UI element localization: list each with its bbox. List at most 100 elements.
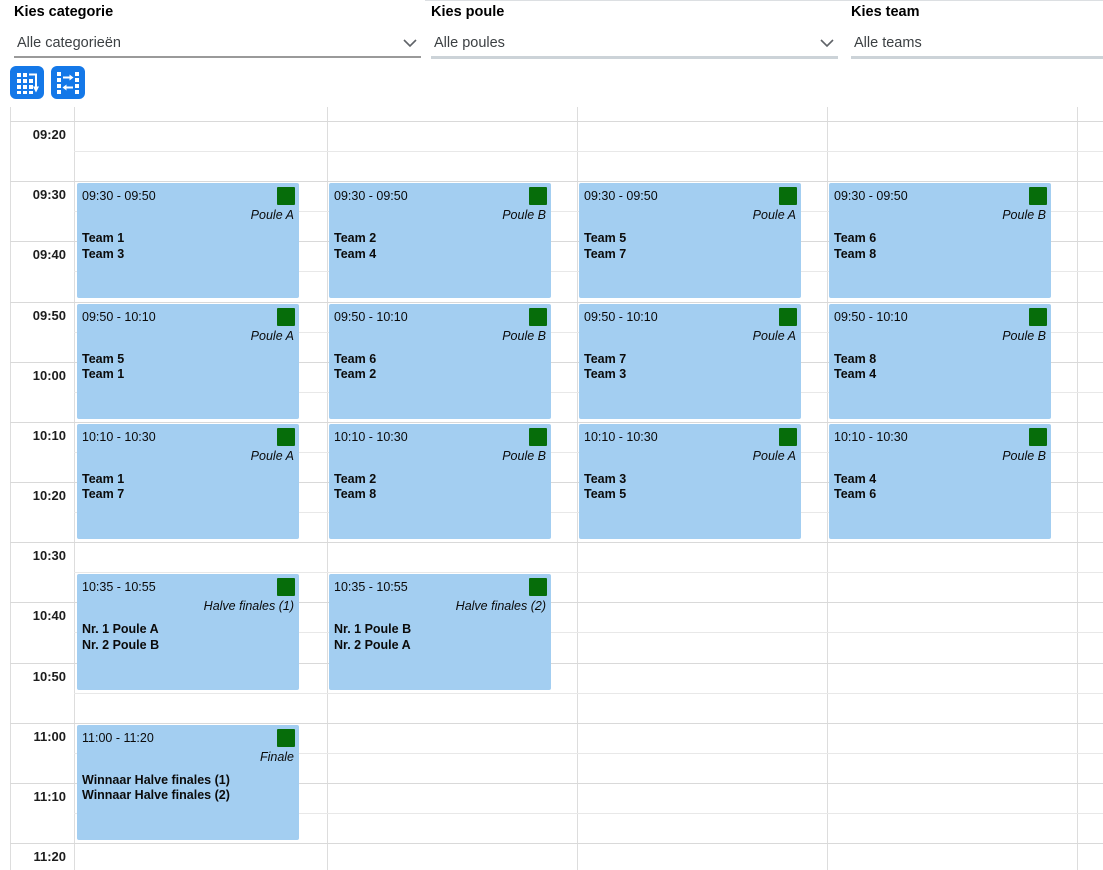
match-card[interactable]: 10:10 - 10:30Poule ATeam 1Team 7: [77, 424, 299, 539]
match-time: 09:50 - 10:10: [834, 309, 1046, 326]
time-label: 10:00: [0, 363, 66, 389]
match-card[interactable]: 10:10 - 10:30Poule ATeam 3Team 5: [579, 424, 801, 539]
time-label: 09:20: [0, 122, 66, 148]
team-name: Team 3: [584, 367, 796, 383]
team-name: Team 8: [334, 487, 546, 503]
team-name: Nr. 1 Poule A: [82, 622, 294, 638]
match-teams: Team 8Team 4: [834, 352, 1046, 383]
grid-line-vertical: [577, 107, 578, 870]
match-card[interactable]: 09:30 - 09:50Poule ATeam 1Team 3: [77, 183, 299, 298]
match-card[interactable]: 09:50 - 10:10 Poule A Team 5Team 1: [77, 304, 299, 419]
team-name: Team 2: [334, 231, 546, 247]
match-time: 09:50 - 10:10: [82, 309, 294, 326]
team-name: Team 2: [334, 472, 546, 488]
match-card[interactable]: 11:00 - 11:20 Finale Winnaar Halve finales…: [77, 725, 299, 840]
team-name: Team 4: [834, 367, 1046, 383]
match-group: Halve finales (2): [334, 599, 546, 614]
status-indicator: [1029, 428, 1047, 446]
tournament-schedule-app: Kies categorie Alle categorieën Kies pou…: [0, 0, 1103, 870]
match-teams: Team 6Team 2: [334, 352, 546, 383]
match-time: 10:10 - 10:30: [584, 429, 796, 446]
status-indicator: [277, 729, 295, 747]
match-group: Poule A: [584, 208, 796, 223]
team-name: Team 7: [82, 487, 294, 503]
time-label: 09:50: [0, 303, 66, 329]
match-group: Halve finales (1): [82, 599, 294, 614]
match-time: 10:10 - 10:30: [82, 429, 294, 446]
team-name: Winnaar Halve finales (2): [82, 788, 294, 804]
team-name: Team 3: [584, 472, 796, 488]
team-name: Team 5: [584, 487, 796, 503]
status-indicator: [277, 428, 295, 446]
team-name: Team 8: [834, 247, 1046, 263]
match-teams: Team 2Team 8: [334, 472, 546, 503]
match-group: Poule A: [584, 329, 796, 344]
match-card[interactable]: 10:10 - 10:30 Poule B Team 4Team 6: [829, 424, 1051, 539]
time-label: 09:40: [0, 242, 66, 268]
match-card[interactable]: 10:10 - 10:30 Poule B Team 2Team 8: [329, 424, 551, 539]
match-card[interactable]: 09:50 - 10:10Poule BTeam 6Team 2: [329, 304, 551, 419]
grid-line-horizontal: [10, 302, 1103, 303]
team-name: Team 4: [334, 247, 546, 263]
status-indicator: [529, 187, 547, 205]
match-time: 10:10 - 10:30: [834, 429, 1046, 446]
match-group: Poule A: [82, 329, 294, 344]
status-indicator: [529, 308, 547, 326]
time-label: 10:30: [0, 543, 66, 569]
grid-line-horizontal: [10, 121, 1103, 122]
match-teams: Team 4Team 6: [834, 472, 1046, 503]
match-group: Poule B: [834, 449, 1046, 464]
match-time: 09:30 - 09:50: [82, 188, 294, 205]
match-teams: Nr. 1 Poule ANr. 2 Poule B: [82, 622, 294, 653]
match-teams: Team 5Team 1: [82, 352, 294, 383]
status-indicator: [1029, 308, 1047, 326]
time-label: 10:50: [0, 664, 66, 690]
match-card[interactable]: 09:50 - 10:10 Poule B Team 8Team 4: [829, 304, 1051, 419]
team-name: Team 6: [334, 352, 546, 368]
grid-line-horizontal: [10, 723, 1103, 724]
match-time: 09:30 - 09:50: [334, 188, 546, 205]
match-card[interactable]: 10:35 - 10:55 Halve finales (2) Nr. 1 Poul…: [329, 574, 551, 689]
team-name: Nr. 2 Poule B: [82, 638, 294, 654]
match-card[interactable]: 09:30 - 09:50Poule BTeam 6Team 8: [829, 183, 1051, 298]
match-time: 10:35 - 10:55: [82, 579, 294, 596]
status-indicator: [779, 428, 797, 446]
team-name: Team 6: [834, 231, 1046, 247]
match-teams: Team 7Team 3: [584, 352, 796, 383]
status-indicator: [529, 428, 547, 446]
match-time: 09:50 - 10:10: [584, 309, 796, 326]
status-indicator: [277, 187, 295, 205]
match-time: 09:50 - 10:10: [334, 309, 546, 326]
match-card[interactable]: 09:30 - 09:50Poule ATeam 5Team 7: [579, 183, 801, 298]
team-name: Team 1: [82, 472, 294, 488]
match-time: 10:35 - 10:55: [334, 579, 546, 596]
time-label: 11:00: [0, 724, 66, 750]
team-name: Team 6: [834, 487, 1046, 503]
time-label: 10:40: [0, 603, 66, 629]
time-label: 11:20: [0, 844, 66, 870]
match-card[interactable]: 09:50 - 10:10 Poule A Team 7Team 3: [579, 304, 801, 419]
team-name: Nr. 1 Poule B: [334, 622, 546, 638]
time-label: 11:10: [0, 784, 66, 810]
status-indicator: [779, 308, 797, 326]
match-group: Poule B: [334, 449, 546, 464]
match-time: 09:30 - 09:50: [584, 188, 796, 205]
match-time: 11:00 - 11:20: [82, 730, 294, 747]
match-group: Finale: [82, 750, 294, 765]
status-indicator: [277, 578, 295, 596]
grid-line-horizontal: [10, 843, 1103, 844]
team-name: Team 3: [82, 247, 294, 263]
team-name: Team 1: [82, 231, 294, 247]
match-teams: Team 2Team 4: [334, 231, 546, 262]
match-group: Poule B: [834, 329, 1046, 344]
grid-line-horizontal-minor: [74, 693, 1103, 694]
grid-line-vertical: [1077, 107, 1078, 870]
match-card[interactable]: 10:35 - 10:55 Halve finales (1) Nr. 1 Poul…: [77, 574, 299, 689]
match-time: 10:10 - 10:30: [334, 429, 546, 446]
grid-line-horizontal: [10, 542, 1103, 543]
match-time: 09:30 - 09:50: [834, 188, 1046, 205]
match-teams: Winnaar Halve finales (1)Winnaar Halve f…: [82, 773, 294, 804]
match-card[interactable]: 09:30 - 09:50Poule BTeam 2Team 4: [329, 183, 551, 298]
team-name: Team 7: [584, 247, 796, 263]
team-name: Nr. 2 Poule A: [334, 638, 546, 654]
